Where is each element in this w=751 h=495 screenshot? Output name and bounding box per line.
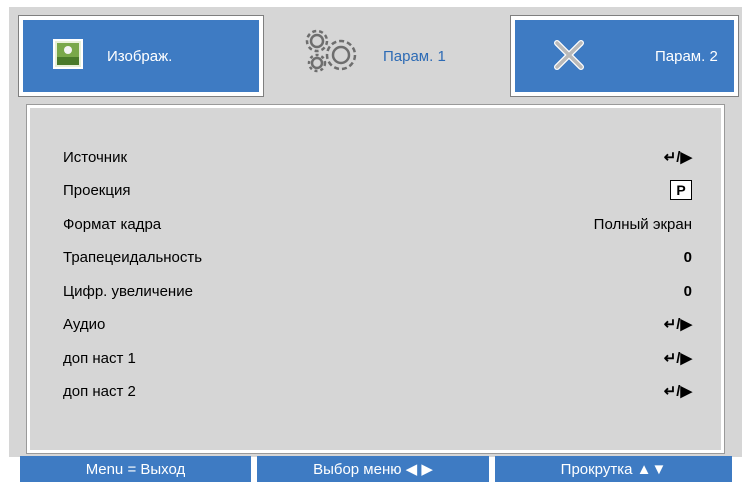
menu-item-label: Источник: [63, 148, 128, 166]
menu-item-value: 0: [683, 282, 692, 300]
tab-param2[interactable]: Парам. 2: [510, 15, 739, 97]
menu-item-label: Цифр. увеличение: [63, 282, 193, 300]
menu-item-source[interactable]: Источник ↵/▶: [30, 142, 721, 172]
menu-item-label: доп наст 2: [63, 382, 136, 400]
gears-icon: [303, 29, 361, 84]
menu-item-zoom[interactable]: Цифр. увеличение 0: [30, 276, 721, 306]
menu-item-label: доп наст 1: [63, 349, 136, 367]
menu-item-label: Аудио: [63, 315, 106, 333]
help-exit: Menu = Выход: [20, 456, 251, 482]
menu-panel: Источник ↵/▶ Проекция P Формат кадра Пол…: [26, 104, 725, 454]
help-scroll: Прокрутка ▲▼: [495, 456, 732, 482]
enter-icon: ↵/▶: [663, 383, 692, 400]
menu-item-advanced2[interactable]: доп наст 2 ↵/▶: [30, 376, 721, 406]
menu-item-audio[interactable]: Аудио ↵/▶: [30, 309, 721, 339]
menu-item-projection[interactable]: Проекция P: [30, 175, 721, 205]
tools-icon: [549, 35, 591, 78]
projection-icon: P: [670, 180, 692, 200]
menu-item-label: Формат кадра: [63, 215, 162, 233]
tab-param2-label: Парам. 2: [655, 47, 718, 65]
menu-item-value: 0: [683, 248, 692, 266]
tab-image[interactable]: Изображ.: [18, 15, 264, 97]
tab-image-label: Изображ.: [107, 47, 173, 65]
image-settings-icon: [53, 38, 83, 74]
menu-item-keystone[interactable]: Трапецеидальность 0: [30, 242, 721, 272]
help-bar: Menu = Выход Выбор меню ◀ ▶ Прокрутка ▲▼: [20, 456, 732, 482]
menu-item-value: Полный экран: [593, 215, 692, 233]
menu-item-label: Проекция: [63, 181, 131, 199]
enter-icon: ↵/▶: [663, 350, 692, 367]
enter-icon: ↵/▶: [663, 149, 692, 166]
menu-item-advanced1[interactable]: доп наст 1 ↵/▶: [30, 343, 721, 373]
menu-item-aspect[interactable]: Формат кадра Полный экран: [30, 209, 721, 239]
tab-param1-label: Парам. 1: [383, 47, 446, 65]
menu-item-label: Трапецеидальность: [63, 248, 203, 266]
tab-param1[interactable]: Парам. 1: [271, 8, 503, 104]
help-select: Выбор меню ◀ ▶: [257, 456, 489, 482]
enter-icon: ↵/▶: [663, 316, 692, 333]
